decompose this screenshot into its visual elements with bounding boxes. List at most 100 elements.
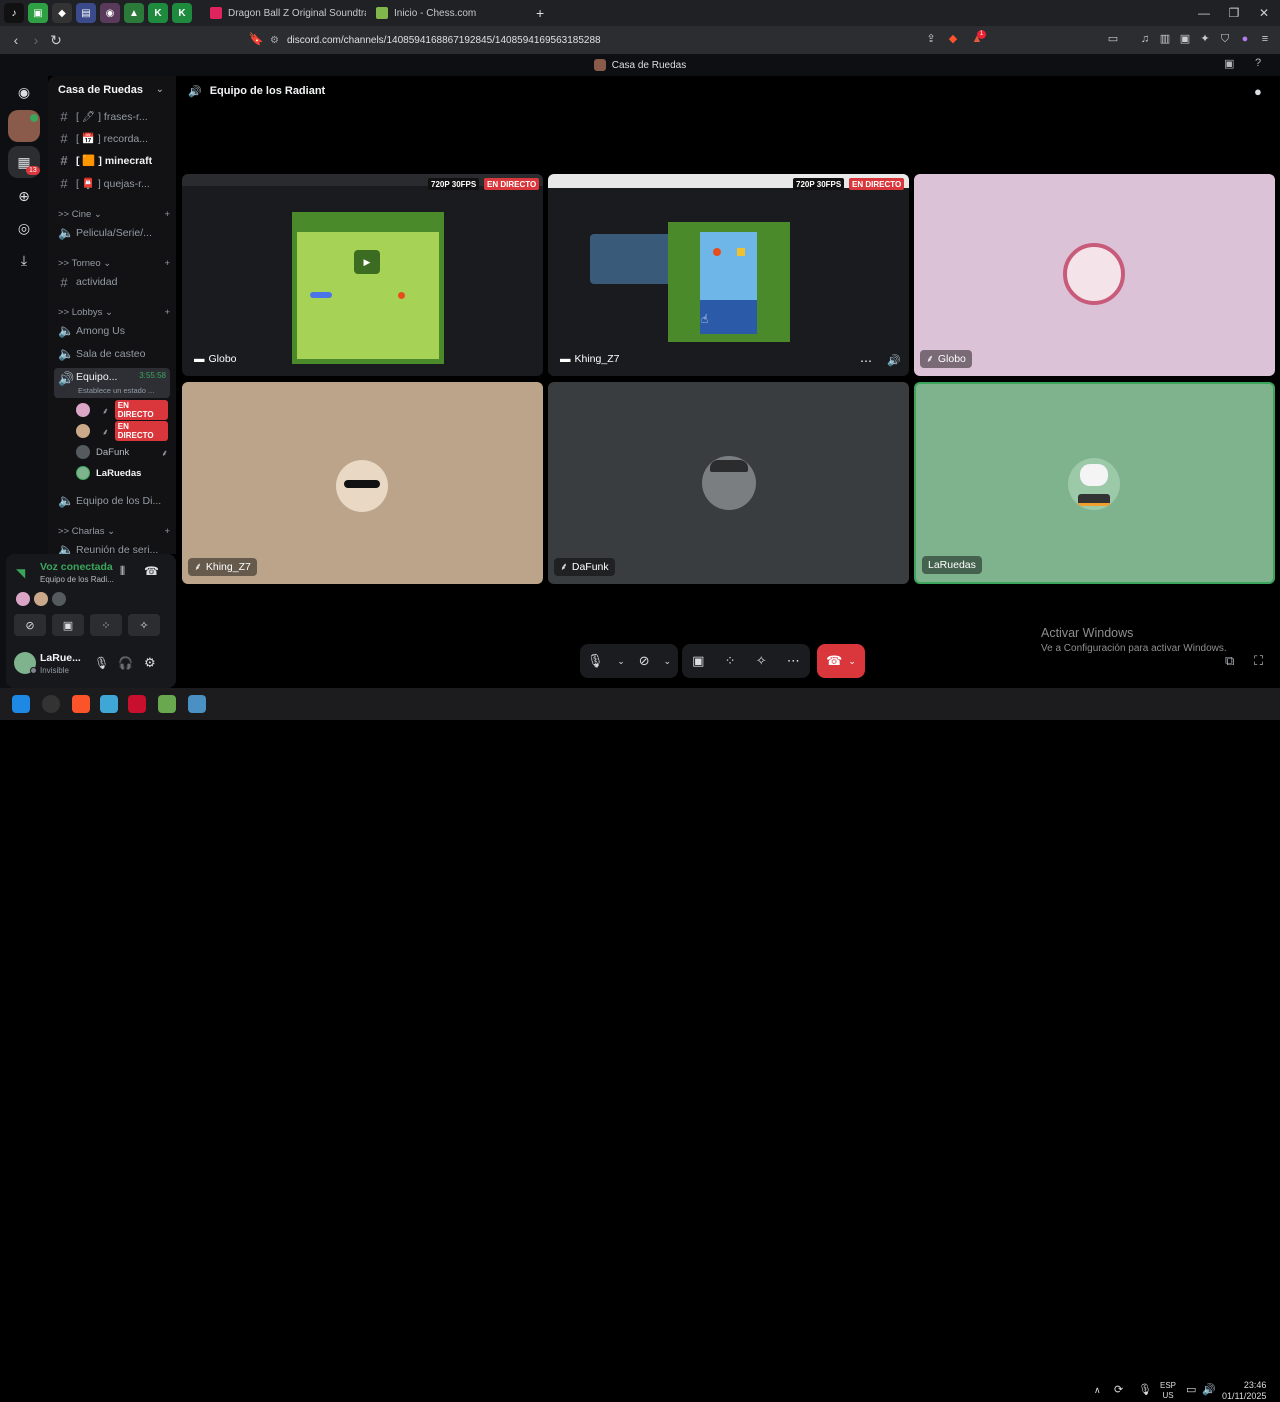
camera-off-icon[interactable]: ⊘ [639, 653, 650, 669]
more-options-icon[interactable]: ⋯ [787, 653, 800, 669]
tiktok-pinned-tab[interactable]: ♪ [4, 3, 24, 23]
add-channel-icon[interactable]: + [164, 258, 170, 269]
discord-home-icon[interactable]: ◉ [8, 76, 40, 108]
wallet-icon[interactable]: ▣ [1178, 32, 1192, 46]
server-name[interactable]: Casa de Ruedas [58, 84, 143, 96]
voice-user-dafunk[interactable]: DaFunk ⸙ [76, 443, 168, 461]
category-cine[interactable]: >> Cine ⌄ + [58, 209, 170, 220]
help-icon[interactable]: ? [1255, 57, 1261, 69]
bookmark-icon[interactable]: 🔖 [246, 32, 266, 46]
site-info-icon[interactable]: ⚙ [270, 35, 279, 46]
cast-icon[interactable]: ▭ [1106, 32, 1120, 46]
stream-tile-khing[interactable]: 720P 30FPS EN DIRECTO ☝ ▬ Khing_Z7 ⋯ 🔊 [548, 174, 909, 376]
tray-mic-icon[interactable]: 🎙 [1138, 1383, 1152, 1396]
vpn-icon[interactable]: ⛉ [1218, 32, 1232, 46]
category-charlas[interactable]: >> Charlas ⌄ + [58, 526, 170, 537]
add-channel-icon[interactable]: + [164, 209, 170, 220]
obs-icon[interactable] [42, 695, 60, 713]
volume-icon[interactable]: 🔊 [1202, 1383, 1216, 1396]
channel-sala-de-casteo[interactable]: 🔈 Sala de casteo [54, 344, 170, 364]
tray-chevron-icon[interactable]: ∧ [1094, 1385, 1101, 1396]
calculator-icon[interactable] [188, 695, 206, 713]
pinned-tab-3[interactable]: ◆ [52, 3, 72, 23]
soundboard-button[interactable]: ✧ [128, 614, 160, 636]
chat-bubble-icon[interactable]: ● [1254, 84, 1262, 99]
chevron-down-icon[interactable]: ⌄ [617, 656, 625, 667]
pinned-tab-2[interactable]: ▣ [28, 3, 48, 23]
popout-icon[interactable]: ⧉ [1225, 653, 1234, 669]
add-channel-icon[interactable]: + [164, 526, 170, 537]
microphone-icon[interactable]: 🎙 [587, 653, 604, 669]
user-name[interactable]: LaRue... [40, 652, 81, 664]
voice-user-1[interactable]: ⸙ EN DIRECTO [76, 400, 168, 420]
channel-actividad[interactable]: # actividad [54, 272, 170, 292]
participant-tile-khing[interactable]: ⸙ Khing_Z7 [182, 382, 543, 584]
voice-channel-name[interactable]: Equipo de los Radi... [40, 575, 114, 584]
back-icon[interactable]: ‹ [6, 32, 26, 48]
new-tab-button[interactable]: + [536, 5, 544, 21]
share-icon[interactable]: ⇪ [924, 32, 938, 46]
tray-sync-icon[interactable]: ⟳ [1114, 1383, 1123, 1396]
activities-button[interactable]: ⁘ [90, 614, 122, 636]
voice-user-laruedas[interactable]: LaRuedas [76, 464, 168, 482]
chevron-down-icon[interactable]: ⌄ [663, 656, 671, 667]
extension-icon[interactable]: ● [1238, 32, 1252, 46]
download-icon[interactable]: ⤓ [8, 244, 40, 276]
chevron-down-icon[interactable]: ⌄ [156, 84, 164, 95]
channel-equipo-dire[interactable]: 🔈 Equipo de los Di... [54, 491, 170, 511]
participant-tile-globo[interactable]: ⸙ Globo [914, 174, 1275, 376]
category-lobbys[interactable]: >> Lobbys ⌄ + [58, 307, 170, 318]
channel-pelicula[interactable]: 🔈 Pelicula/Serie/... [54, 223, 170, 243]
participant-tile-laruedas[interactable]: LaRuedas [914, 382, 1275, 584]
pinned-tab-5[interactable]: ◉ [100, 3, 120, 23]
settings-gear-icon[interactable]: ⚙ [144, 655, 156, 671]
voice-status[interactable]: Voz conectada [40, 561, 113, 573]
reload-icon[interactable]: ↻ [46, 32, 66, 49]
pinned-tab-6[interactable]: ▲ [124, 3, 144, 23]
music-icon[interactable]: ♫ [1138, 32, 1152, 46]
tab-chess[interactable]: Inicio - Chess.com [366, 0, 532, 26]
network-icon[interactable]: ▭ [1186, 1383, 1196, 1396]
pinned-tab-4[interactable]: ▤ [76, 3, 96, 23]
kick-pinned-tab-2[interactable]: K [172, 3, 192, 23]
tab-youtube[interactable]: Dragon Ball Z Original Soundtrack - [200, 0, 366, 26]
activities-icon[interactable]: ⁘ [725, 653, 736, 669]
channel-reunion[interactable]: 🔈 Reunión de seri... [54, 540, 170, 554]
fullscreen-icon[interactable]: ⛶ [1254, 653, 1263, 669]
signal-icon[interactable]: ◥ [16, 566, 25, 580]
kick-pinned-tab[interactable]: K [148, 3, 168, 23]
brave-icon[interactable] [72, 695, 90, 713]
brave-shields-icon[interactable]: ◆ [946, 32, 960, 46]
minecraft-icon[interactable] [158, 695, 176, 713]
voice-user-2[interactable]: ⸙ EN DIRECTO [76, 421, 168, 441]
microphone-icon[interactable]: 🎙 [94, 656, 109, 670]
forward-icon[interactable]: › [26, 32, 46, 48]
camera-off-button[interactable]: ⊘ [14, 614, 46, 636]
menu-icon[interactable]: ≡ [1258, 32, 1272, 46]
clock[interactable]: 23:46 01/11/2025 [1222, 1380, 1266, 1402]
category-torneo[interactable]: >> Torneo ⌄ + [58, 258, 170, 269]
channel-quejas[interactable]: # [ 📮 ] quejas-r... [54, 173, 170, 193]
url-field[interactable]: ⚙ discord.com/channels/14085941688671928… [270, 30, 970, 50]
windows-start-icon[interactable] [12, 695, 30, 713]
channel-minecraft[interactable]: # [ 🟧 ] minecraft [54, 150, 170, 170]
disconnect-icon[interactable]: ☎ [144, 564, 159, 578]
screen-share-button[interactable]: ▣ [52, 614, 84, 636]
noise-suppression-icon[interactable]: ⫴ [120, 564, 125, 579]
sidebar-toggle-icon[interactable]: ▥ [1158, 32, 1172, 46]
language-indicator[interactable]: ESP US [1160, 1381, 1176, 1401]
restore-button[interactable]: ❐ [1218, 0, 1250, 26]
add-server-icon[interactable]: ⊕ [8, 180, 40, 212]
stream-tile-globo[interactable]: ▶ 720P 30FPS EN DIRECTO ▬ Globo [182, 174, 543, 376]
leo-ai-icon[interactable]: ✦ [1198, 32, 1212, 46]
minimize-button[interactable]: — [1188, 0, 1220, 26]
soundboard-icon[interactable]: ✧ [756, 653, 767, 669]
edge-icon[interactable] [100, 695, 118, 713]
channel-recorda[interactable]: # [ 📅 ] recorda... [54, 128, 170, 148]
close-window-button[interactable]: ✕ [1248, 0, 1280, 26]
participant-tile-dafunk[interactable]: ⸙ DaFunk [548, 382, 909, 584]
app-icon[interactable] [128, 695, 146, 713]
more-options-icon[interactable]: ⋯ [860, 354, 872, 368]
add-channel-icon[interactable]: + [164, 307, 170, 318]
screen-share-icon[interactable]: ▣ [692, 653, 704, 669]
